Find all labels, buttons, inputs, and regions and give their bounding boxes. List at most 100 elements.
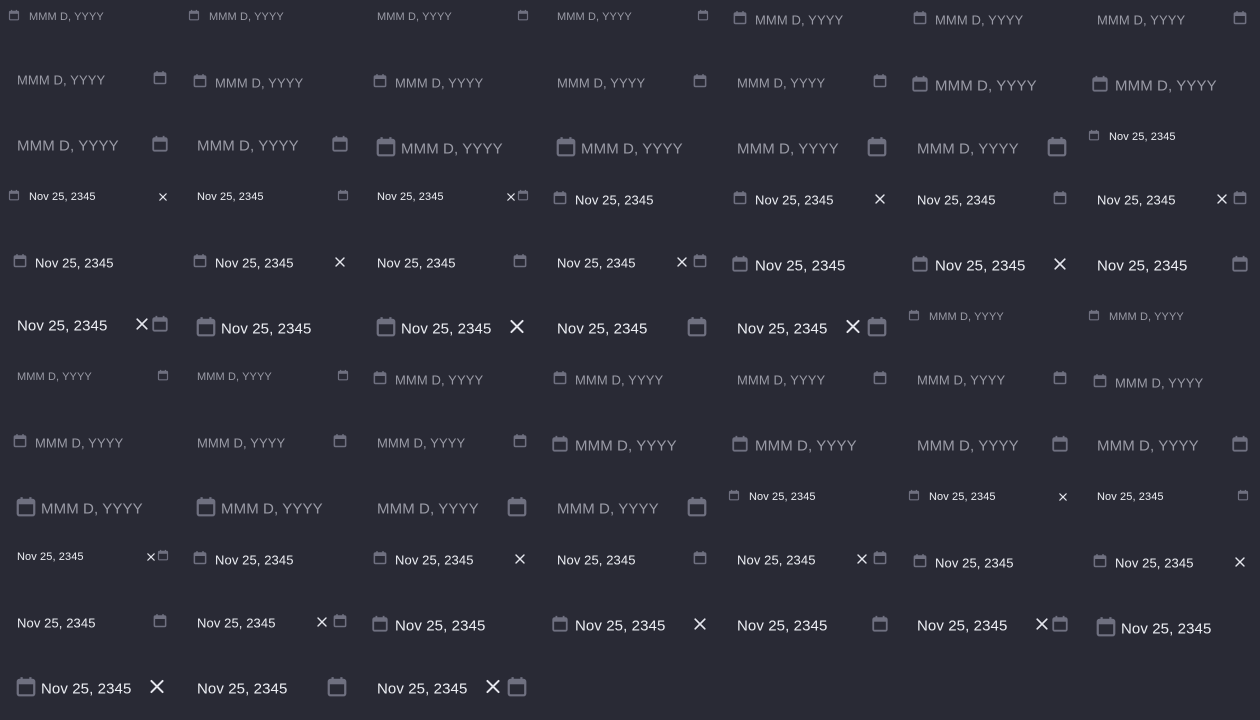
- date-input[interactable]: Nov 25, 2345: [1080, 122, 1260, 152]
- date-input[interactable]: MMM D, YYYY: [1080, 5, 1260, 35]
- date-input-text[interactable]: Nov 25, 2345: [929, 491, 996, 503]
- calendar-icon[interactable]: [911, 255, 929, 278]
- calendar-icon[interactable]: [555, 136, 577, 163]
- date-input[interactable]: Nov 25, 2345: [540, 185, 720, 215]
- date-input[interactable]: MMM D, YYYY: [540, 365, 720, 395]
- date-input[interactable]: MMM D, YYYY: [180, 68, 360, 98]
- calendar-icon[interactable]: [373, 550, 388, 570]
- calendar-icon[interactable]: [693, 73, 708, 93]
- calendar-icon[interactable]: [873, 370, 888, 390]
- close-icon[interactable]: [1054, 257, 1066, 275]
- calendar-icon[interactable]: [513, 253, 528, 273]
- date-input-text[interactable]: MMM D, YYYY: [377, 501, 479, 518]
- date-input[interactable]: MMM D, YYYY: [180, 131, 360, 161]
- calendar-icon[interactable]: [517, 8, 529, 26]
- date-input-text[interactable]: MMM D, YYYY: [557, 11, 632, 23]
- date-input-text[interactable]: MMM D, YYYY: [575, 438, 677, 455]
- calendar-icon[interactable]: [913, 553, 928, 573]
- date-input[interactable]: MMM D, YYYY: [360, 428, 540, 458]
- close-icon[interactable]: [317, 614, 327, 632]
- date-input[interactable]: MMM D, YYYY: [360, 2, 540, 32]
- date-input-text[interactable]: MMM D, YYYY: [737, 373, 825, 388]
- calendar-icon[interactable]: [326, 676, 348, 703]
- date-input-text[interactable]: Nov 25, 2345: [1109, 131, 1176, 143]
- date-input-text[interactable]: Nov 25, 2345: [197, 681, 287, 698]
- date-input[interactable]: Nov 25, 2345: [0, 608, 180, 638]
- calendar-icon[interactable]: [513, 433, 528, 453]
- date-input[interactable]: MMM D, YYYY: [360, 365, 540, 395]
- close-icon[interactable]: [136, 317, 148, 335]
- date-input-text[interactable]: MMM D, YYYY: [557, 76, 645, 91]
- calendar-icon[interactable]: [157, 368, 169, 386]
- close-icon[interactable]: [515, 551, 525, 569]
- date-input-text[interactable]: MMM D, YYYY: [1097, 438, 1199, 455]
- date-input-text[interactable]: MMM D, YYYY: [395, 373, 483, 388]
- date-input[interactable]: MMM D, YYYY: [540, 2, 720, 32]
- calendar-icon[interactable]: [1231, 255, 1249, 278]
- date-input-text[interactable]: Nov 25, 2345: [395, 618, 485, 635]
- calendar-icon[interactable]: [553, 190, 568, 210]
- calendar-icon[interactable]: [157, 548, 169, 566]
- calendar-icon[interactable]: [1051, 615, 1069, 638]
- date-input-text[interactable]: MMM D, YYYY: [17, 138, 119, 155]
- calendar-icon[interactable]: [697, 8, 709, 26]
- date-input[interactable]: Nov 25, 2345: [720, 251, 900, 281]
- date-input[interactable]: Nov 25, 2345: [900, 548, 1080, 578]
- date-input-text[interactable]: MMM D, YYYY: [935, 13, 1023, 28]
- calendar-icon[interactable]: [8, 8, 20, 26]
- calendar-icon[interactable]: [866, 136, 888, 163]
- date-input[interactable]: Nov 25, 2345: [180, 314, 360, 344]
- date-input[interactable]: MMM D, YYYY: [720, 431, 900, 461]
- date-input[interactable]: MMM D, YYYY: [900, 431, 1080, 461]
- date-input-text[interactable]: Nov 25, 2345: [401, 321, 491, 338]
- date-input[interactable]: Nov 25, 2345: [180, 545, 360, 575]
- date-input-text[interactable]: MMM D, YYYY: [209, 11, 284, 23]
- date-input[interactable]: MMM D, YYYY: [180, 428, 360, 458]
- calendar-icon[interactable]: [195, 496, 217, 523]
- date-input-text[interactable]: Nov 25, 2345: [557, 321, 647, 338]
- calendar-icon[interactable]: [1093, 373, 1108, 393]
- close-icon[interactable]: [694, 617, 706, 635]
- date-input[interactable]: Nov 25, 2345: [900, 251, 1080, 281]
- calendar-icon[interactable]: [1053, 370, 1068, 390]
- date-input[interactable]: Nov 25, 2345: [360, 248, 540, 278]
- calendar-icon[interactable]: [506, 676, 528, 703]
- date-input-text[interactable]: MMM D, YYYY: [917, 141, 1019, 158]
- calendar-icon[interactable]: [1088, 308, 1100, 326]
- calendar-icon[interactable]: [15, 496, 37, 523]
- date-input[interactable]: Nov 25, 2345: [900, 482, 1080, 512]
- date-input-text[interactable]: Nov 25, 2345: [1097, 258, 1187, 275]
- calendar-icon[interactable]: [1046, 136, 1068, 163]
- calendar-icon[interactable]: [373, 370, 388, 390]
- date-input[interactable]: Nov 25, 2345: [720, 545, 900, 575]
- date-input-text[interactable]: Nov 25, 2345: [737, 618, 827, 635]
- date-input-text[interactable]: MMM D, YYYY: [929, 311, 1004, 323]
- close-icon[interactable]: [159, 188, 167, 206]
- calendar-icon[interactable]: [728, 488, 740, 506]
- date-input[interactable]: Nov 25, 2345: [720, 482, 900, 512]
- date-input-text[interactable]: MMM D, YYYY: [215, 76, 303, 91]
- date-input-text[interactable]: MMM D, YYYY: [737, 76, 825, 91]
- date-input-text[interactable]: MMM D, YYYY: [41, 501, 143, 518]
- date-input-text[interactable]: Nov 25, 2345: [575, 193, 654, 208]
- calendar-icon[interactable]: [871, 615, 889, 638]
- calendar-icon[interactable]: [551, 615, 569, 638]
- date-input[interactable]: Nov 25, 2345: [900, 611, 1080, 641]
- calendar-icon[interactable]: [195, 316, 217, 343]
- calendar-icon[interactable]: [911, 75, 929, 98]
- date-input[interactable]: MMM D, YYYY: [720, 134, 900, 164]
- calendar-icon[interactable]: [333, 613, 348, 633]
- date-input-text[interactable]: Nov 25, 2345: [1121, 621, 1211, 638]
- date-input-text[interactable]: MMM D, YYYY: [557, 501, 659, 518]
- date-input-text[interactable]: Nov 25, 2345: [1115, 556, 1194, 571]
- date-input[interactable]: Nov 25, 2345: [720, 611, 900, 641]
- date-input[interactable]: MMM D, YYYY: [540, 431, 720, 461]
- date-input-text[interactable]: MMM D, YYYY: [755, 438, 857, 455]
- date-input[interactable]: MMM D, YYYY: [540, 68, 720, 98]
- date-input-text[interactable]: Nov 25, 2345: [41, 681, 131, 698]
- date-input[interactable]: Nov 25, 2345: [1080, 482, 1260, 512]
- date-input-text[interactable]: Nov 25, 2345: [755, 258, 845, 275]
- close-icon[interactable]: [510, 319, 524, 339]
- date-input[interactable]: Nov 25, 2345: [900, 185, 1080, 215]
- calendar-icon[interactable]: [375, 136, 397, 163]
